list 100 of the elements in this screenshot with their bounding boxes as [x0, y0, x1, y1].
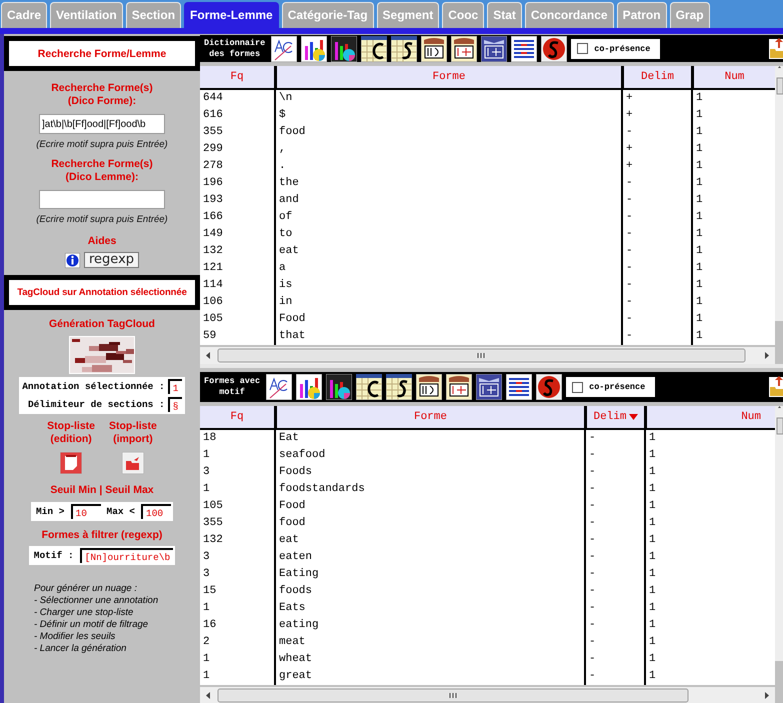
table-cell: - — [584, 600, 644, 617]
table-cell: 1 — [691, 328, 775, 345]
letters-icon[interactable] — [266, 374, 292, 400]
tab[interactable]: Grap — [670, 2, 710, 28]
table-cell: , — [274, 141, 621, 158]
tab[interactable]: Cadre — [1, 2, 48, 28]
tab[interactable]: Stat — [487, 2, 522, 28]
tab[interactable]: Forme-Lemme — [184, 2, 279, 28]
export-icon[interactable] — [769, 375, 783, 399]
tab[interactable]: Cooc — [442, 2, 484, 28]
notepad-icon[interactable] — [60, 452, 82, 474]
field-label: Recherche Forme(s) (Dico Forme): — [51, 82, 153, 108]
table-cell: eat — [274, 532, 584, 549]
max-field[interactable]: 100 — [141, 504, 172, 519]
search-field[interactable]: ]at\b|\b[Ff]ood|[Ff]ood\b — [39, 114, 165, 134]
table-cell: foodstandards — [274, 481, 584, 498]
table-cell: - — [621, 260, 691, 277]
min-field[interactable]: 10 — [70, 504, 100, 519]
tab[interactable]: Section — [126, 2, 182, 28]
list-icon[interactable] — [511, 36, 538, 62]
table-cell: - — [584, 617, 644, 634]
tab[interactable]: Ventilation — [50, 2, 123, 28]
tab[interactable]: Catégorie-Tag — [282, 2, 374, 28]
table-cell-text: 114 — [202, 278, 224, 293]
table-cell: - — [584, 651, 644, 668]
table-cell-text: 3 — [202, 550, 211, 565]
stop-icon[interactable] — [541, 36, 568, 62]
table-cell-text: 105 — [202, 312, 224, 327]
table-cell: Foods — [274, 464, 584, 481]
threshold-label: Seuil Min | Seuil Max — [50, 484, 154, 497]
column-header[interactable]: Forme — [274, 406, 584, 428]
document-icon[interactable] — [481, 36, 508, 62]
vertical-scrollbar[interactable] — [775, 406, 783, 661]
stoplist-label: Stop-liste (import) — [109, 420, 157, 446]
table-cell: - — [584, 583, 644, 600]
help-label: Aides — [88, 235, 116, 248]
tab[interactable]: Concordance — [524, 2, 614, 28]
table-cell: - — [584, 515, 644, 532]
table-cell-text: 121 — [202, 261, 224, 276]
document-icon[interactable] — [446, 374, 472, 400]
document-icon[interactable] — [421, 36, 448, 62]
copresence-checkbox[interactable]: co-présence — [566, 377, 656, 397]
annotation-field[interactable]: 1 — [168, 379, 182, 394]
tab[interactable]: Patron — [616, 2, 667, 28]
table-cell-text: 355 — [202, 516, 224, 531]
vertical-scrollbar[interactable] — [775, 66, 783, 321]
column-header[interactable]: Delim — [584, 406, 644, 428]
stoplist-label: Stop-liste (edition) — [47, 420, 95, 446]
grid-icon[interactable] — [356, 374, 382, 400]
table-cell-text: 355 — [202, 125, 224, 140]
table-cell: \n — [274, 90, 621, 107]
motif-field[interactable]: [Nn]ourriture\b — [80, 548, 174, 563]
info-icon[interactable] — [64, 252, 80, 268]
copresence-checkbox[interactable]: co-présence — [571, 38, 660, 58]
instruction-text: - Sélectionner une annotation — [34, 595, 158, 607]
chart-icon[interactable] — [301, 36, 328, 62]
instruction-text: - Définir un motif de filtrage — [34, 619, 150, 631]
chart-icon[interactable] — [296, 374, 322, 400]
table-cell: a — [274, 260, 621, 277]
table-cell: - — [584, 464, 644, 481]
column-header[interactable]: Fq — [200, 406, 274, 428]
document-icon[interactable] — [416, 374, 442, 400]
table-cell-text: 3 — [202, 465, 211, 480]
grid-icon[interactable] — [386, 374, 412, 400]
column-header[interactable]: Delim — [621, 66, 691, 88]
grid-icon[interactable] — [361, 36, 388, 62]
table-cell: - — [621, 175, 691, 192]
field-label: Délimiteur de sections : — [28, 399, 165, 410]
field-label: Min > — [36, 506, 64, 517]
folder-icon[interactable] — [122, 452, 144, 474]
letters-icon[interactable] — [271, 36, 298, 62]
table-cell: + — [621, 158, 691, 175]
table-cell: Eats — [274, 600, 584, 617]
stop-icon[interactable] — [536, 374, 562, 400]
table-cell-text: 1 — [202, 601, 211, 616]
table-cell: - — [584, 566, 644, 583]
table-cell: 1 — [644, 668, 775, 685]
export-icon[interactable] — [769, 36, 783, 60]
column-header[interactable]: Fq — [200, 66, 274, 88]
search-field[interactable] — [39, 190, 165, 209]
tab[interactable]: Segment — [376, 2, 440, 28]
regexp-button[interactable]: regexp — [84, 252, 140, 268]
chart-icon[interactable] — [331, 36, 358, 62]
table-cell-text: 166 — [202, 210, 224, 225]
grid-icon[interactable] — [391, 36, 418, 62]
table-cell: of — [274, 209, 621, 226]
table-cell: - — [621, 209, 691, 226]
table-cell: - — [621, 294, 691, 311]
table-cell: and — [274, 192, 621, 209]
document-icon[interactable] — [476, 374, 502, 400]
table-cell: wheat — [274, 651, 584, 668]
list-icon[interactable] — [506, 374, 532, 400]
chart-icon[interactable] — [326, 374, 352, 400]
table-cell: great — [274, 668, 584, 685]
delimiter-field[interactable]: § — [168, 397, 182, 412]
table-cell-text: 1 — [202, 669, 211, 684]
column-header[interactable]: Forme — [274, 66, 621, 88]
document-icon[interactable] — [451, 36, 478, 62]
table-cell: food — [274, 515, 584, 532]
table-cell: - — [621, 311, 691, 328]
